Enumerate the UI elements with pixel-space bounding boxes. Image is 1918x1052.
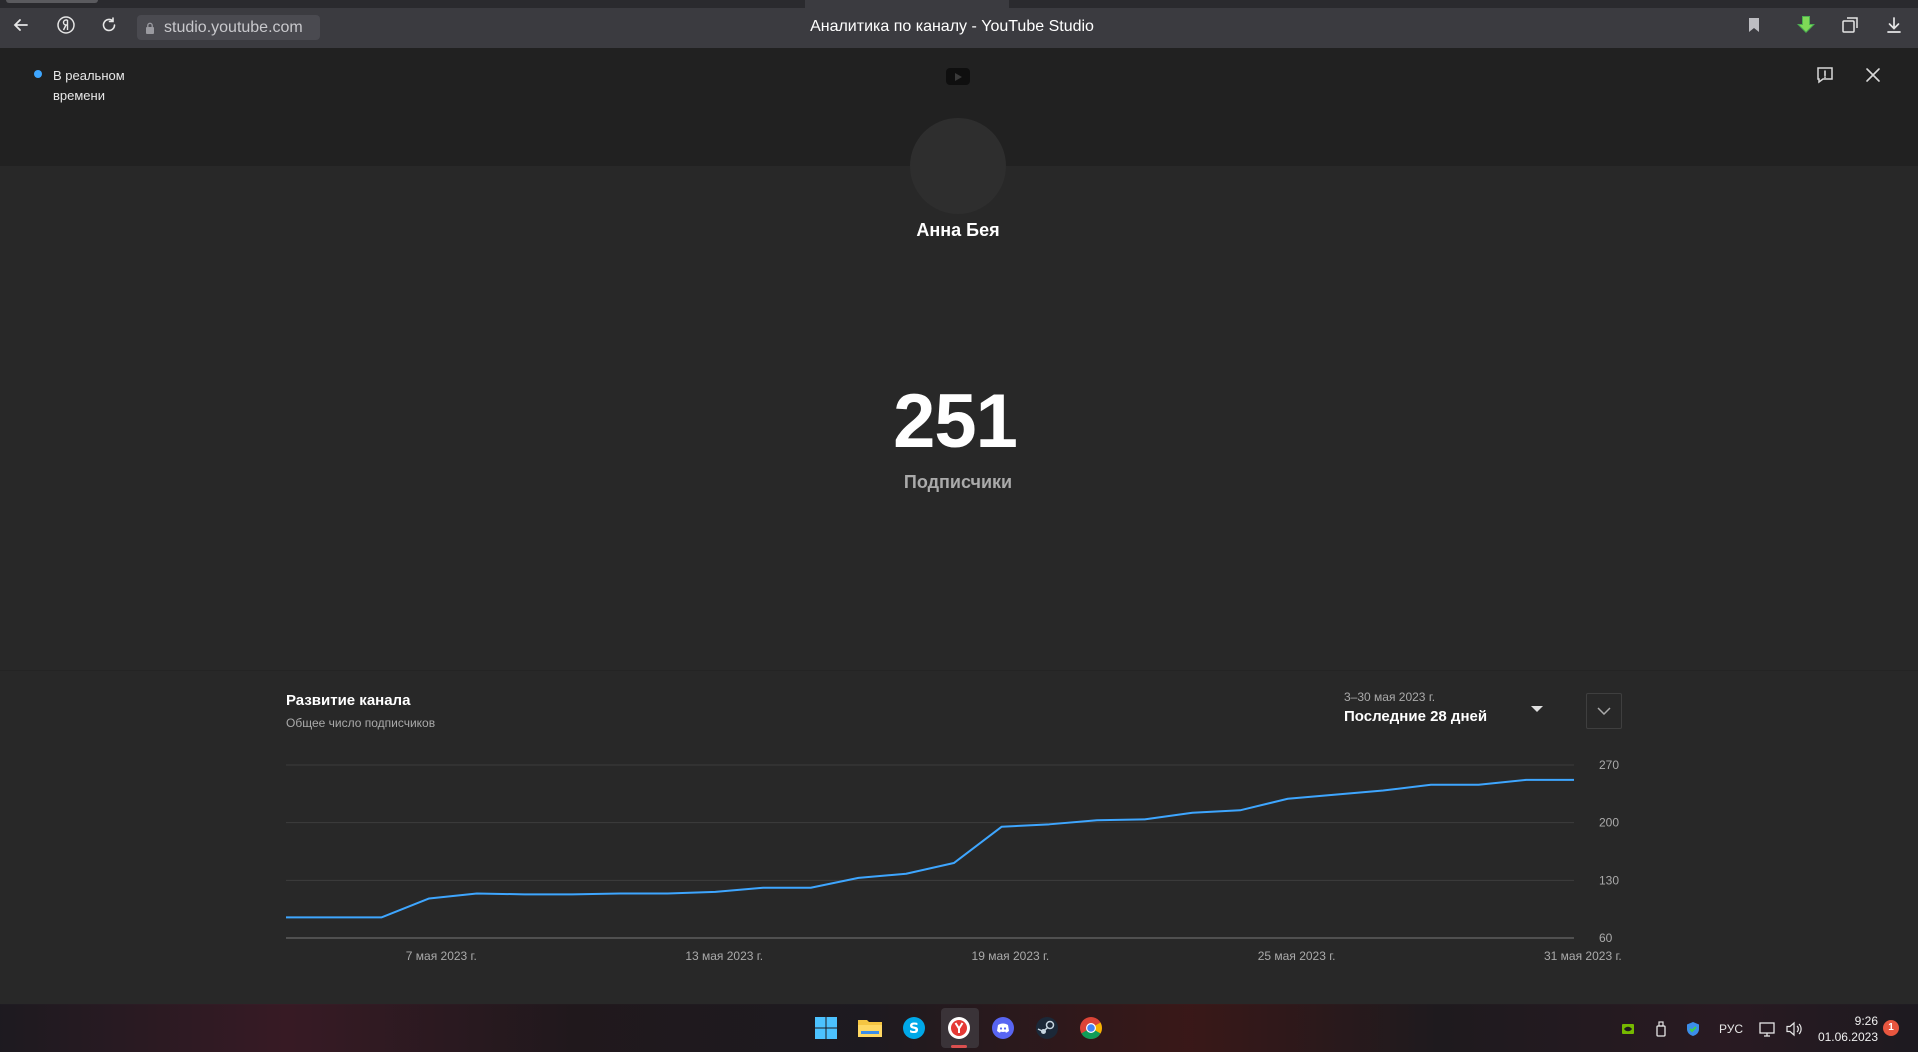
yandex-browser-icon	[948, 1017, 970, 1039]
x-tick-label: 19 мая 2023 г.	[972, 949, 1050, 963]
active-app-indicator	[951, 1045, 967, 1048]
language-indicator[interactable]: РУС	[1715, 1019, 1747, 1039]
folder-icon	[858, 1020, 882, 1037]
chrome-button[interactable]	[1078, 1015, 1104, 1041]
x-tick-label: 7 мая 2023 г.	[406, 949, 477, 963]
subscriber-growth-chart: 270 200 130 60 7 мая 2023 г. 13 мая 2023 г. 19…	[286, 758, 1622, 963]
nvidia-tray-icon[interactable]	[1619, 1019, 1637, 1039]
security-tray-icon[interactable]	[1684, 1019, 1702, 1039]
windows-icon	[815, 1017, 837, 1039]
taskbar-clock[interactable]: 9:26 01.06.2023	[1814, 1013, 1878, 1045]
chrome-icon	[1080, 1017, 1102, 1039]
x-tick-label: 31 мая 2023 г.	[1544, 949, 1622, 963]
discord-button[interactable]	[990, 1015, 1016, 1041]
x-tick-label: 13 мая 2023 г.	[685, 949, 763, 963]
discord-icon	[992, 1017, 1014, 1039]
y-tick-label: 60	[1599, 931, 1613, 945]
network-tray-icon[interactable]	[1758, 1019, 1778, 1039]
clock-time: 9:26	[1854, 1014, 1878, 1028]
skype-button[interactable]: S	[901, 1015, 927, 1041]
notification-badge[interactable]: 1	[1883, 1020, 1899, 1036]
y-tick-label: 130	[1599, 873, 1619, 887]
volume-tray-icon[interactable]	[1784, 1019, 1804, 1039]
x-tick-label: 25 мая 2023 г.	[1258, 949, 1336, 963]
steam-button[interactable]	[1034, 1015, 1060, 1041]
y-tick-label: 270	[1599, 758, 1619, 772]
skype-icon: S	[903, 1017, 925, 1039]
yandex-browser-button[interactable]	[946, 1015, 972, 1041]
y-tick-label: 200	[1599, 816, 1619, 830]
clock-date: 01.06.2023	[1817, 1030, 1878, 1044]
usb-tray-icon[interactable]	[1652, 1019, 1670, 1039]
windows-start-button[interactable]	[813, 1015, 839, 1041]
file-explorer-button[interactable]	[857, 1015, 883, 1041]
subscriber-series-line	[286, 778, 1574, 919]
steam-icon	[1036, 1017, 1058, 1039]
svg-text:S: S	[909, 1021, 919, 1037]
